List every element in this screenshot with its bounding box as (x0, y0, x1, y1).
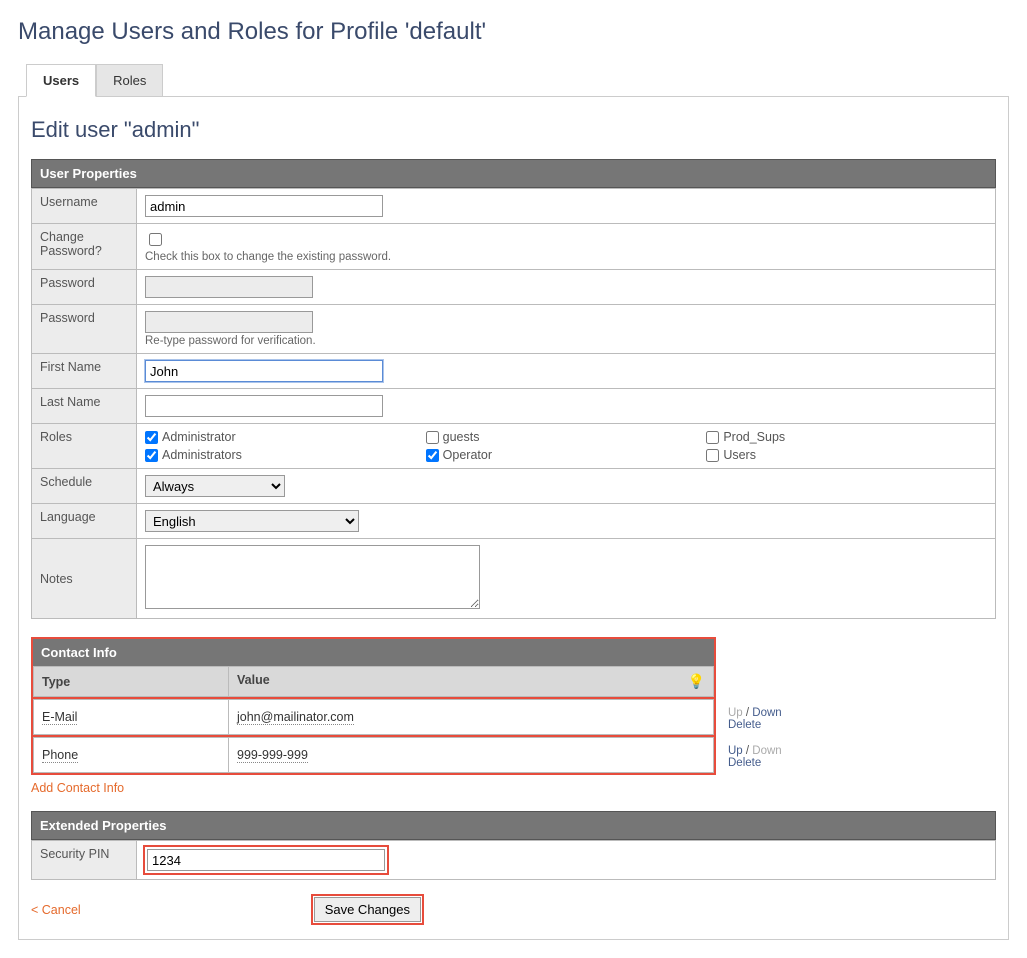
role-label: Users (723, 448, 756, 462)
label-password-retype: Password (32, 305, 137, 354)
notes-textarea[interactable] (145, 545, 480, 609)
help-change-password: Check this box to change the existing pa… (145, 251, 987, 263)
contact-value-cell[interactable]: john@mailinator.com (229, 700, 714, 735)
change-password-checkbox[interactable] (149, 233, 162, 246)
section-contact-info: Contact Info (33, 639, 714, 666)
contact-row-actions: Up / Down Delete (716, 699, 782, 731)
extended-block: Extended Properties Security PIN (31, 811, 996, 880)
contact-info-table: Type Value💡 (33, 666, 714, 697)
help-retype: Re-type password for verification. (145, 335, 987, 347)
role-label: guests (443, 430, 480, 444)
footer: < Cancel Save Changes (31, 894, 996, 925)
down-link: Down (752, 745, 781, 757)
bulb-icon[interactable]: 💡 (688, 673, 705, 690)
label-roles: Roles (32, 424, 137, 469)
contact-row-actions: Up / Down Delete (716, 737, 782, 769)
role-label: Prod_Sups (723, 430, 785, 444)
role-prod-sups-checkbox[interactable] (706, 431, 719, 444)
contact-th-value: Value💡 (229, 667, 714, 697)
label-last-name: Last Name (32, 389, 137, 424)
roles-grid: Administrator guests Prod_Sups Administr… (145, 430, 987, 462)
role-operator-checkbox[interactable] (426, 449, 439, 462)
tab-roles[interactable]: Roles (96, 64, 163, 97)
last-name-input[interactable] (145, 395, 383, 417)
add-contact-link[interactable]: Add Contact Info (31, 781, 124, 795)
section-user-properties: User Properties (31, 159, 996, 188)
role-administrator-checkbox[interactable] (145, 431, 158, 444)
tab-users[interactable]: Users (26, 64, 96, 97)
label-password: Password (32, 270, 137, 305)
save-button[interactable]: Save Changes (314, 897, 421, 922)
delete-link[interactable]: Delete (728, 719, 761, 731)
contact-row-phone: Phone 999-999-999 (31, 737, 716, 775)
role-operator[interactable]: Operator (426, 448, 707, 462)
contact-info-highlight: Contact Info Type Value💡 (31, 637, 716, 699)
contact-type-cell[interactable]: Phone (34, 738, 229, 773)
contact-info-block: Contact Info Type Value💡 E-Mail john@mai… (31, 637, 996, 795)
contact-row-email: E-Mail john@mailinator.com (31, 699, 716, 737)
contact-value-cell[interactable]: 999-999-999 (229, 738, 714, 773)
role-administrators[interactable]: Administrators (145, 448, 426, 462)
edit-title: Edit user "admin" (31, 117, 996, 143)
role-label: Operator (443, 448, 492, 462)
page-title: Manage Users and Roles for Profile 'defa… (18, 18, 1009, 46)
username-input[interactable] (145, 195, 383, 217)
save-highlight: Save Changes (311, 894, 424, 925)
role-users[interactable]: Users (706, 448, 987, 462)
schedule-select[interactable]: Always (145, 475, 285, 497)
role-administrators-checkbox[interactable] (145, 449, 158, 462)
label-username: Username (32, 189, 137, 224)
label-first-name: First Name (32, 354, 137, 389)
panel-body: Edit user "admin" User Properties Userna… (18, 96, 1009, 940)
up-link[interactable]: Up (728, 745, 743, 757)
role-guests[interactable]: guests (426, 430, 707, 444)
label-change-password: Change Password? (32, 224, 137, 270)
role-administrator[interactable]: Administrator (145, 430, 426, 444)
label-schedule: Schedule (32, 469, 137, 504)
user-properties-table: Username Change Password? Check this box… (31, 188, 996, 619)
security-pin-input[interactable] (147, 849, 385, 871)
up-link: Up (728, 707, 743, 719)
role-guests-checkbox[interactable] (426, 431, 439, 444)
label-language: Language (32, 504, 137, 539)
role-label: Administrator (162, 430, 236, 444)
password-input[interactable] (145, 276, 313, 298)
down-link[interactable]: Down (752, 707, 781, 719)
role-users-checkbox[interactable] (706, 449, 719, 462)
extended-table: Security PIN (31, 840, 996, 880)
role-prod-sups[interactable]: Prod_Sups (706, 430, 987, 444)
section-extended: Extended Properties (31, 811, 996, 840)
contact-th-type: Type (34, 667, 229, 697)
first-name-input[interactable] (145, 360, 383, 382)
contact-type-cell[interactable]: E-Mail (34, 700, 229, 735)
label-notes: Notes (32, 539, 137, 619)
language-select[interactable]: English (145, 510, 359, 532)
delete-link[interactable]: Delete (728, 757, 761, 769)
cancel-link[interactable]: < Cancel (31, 903, 81, 917)
role-label: Administrators (162, 448, 242, 462)
password-retype-input[interactable] (145, 311, 313, 333)
tab-bar: Users Roles (18, 64, 1009, 97)
label-security-pin: Security PIN (32, 841, 137, 880)
